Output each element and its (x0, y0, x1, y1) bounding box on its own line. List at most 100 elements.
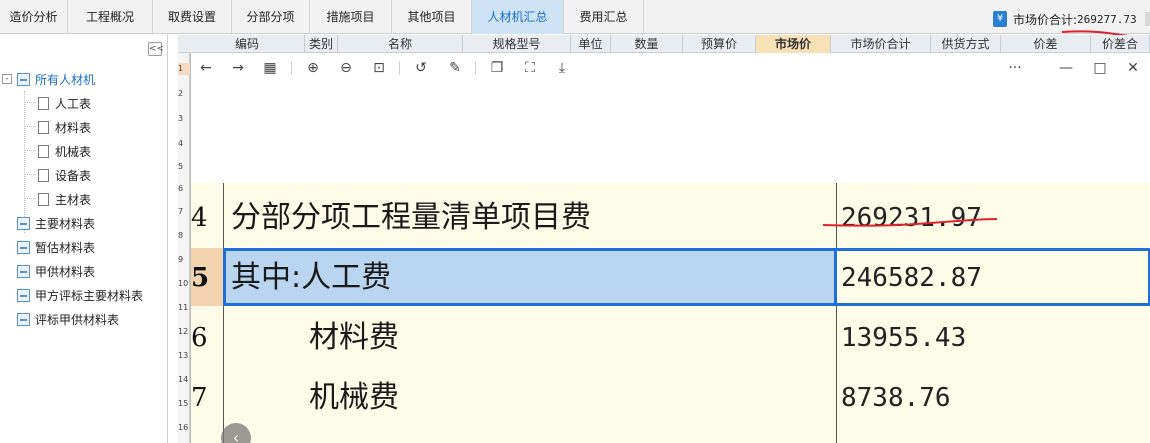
row-number[interactable]: 12 (178, 326, 190, 338)
tree-node-label: 主要材料表 (35, 216, 96, 231)
tab-cost-analysis[interactable]: 造价分析 (0, 0, 68, 34)
zoom-in-icon[interactable]: ⊕ (304, 59, 322, 77)
table-folder-icon (17, 216, 30, 230)
row-number[interactable]: 14 (178, 374, 190, 386)
edit-icon[interactable]: ✎ (446, 59, 464, 77)
tab-fee-settings[interactable]: 取费设置 (153, 0, 232, 34)
row-number[interactable]: 16 (178, 422, 190, 434)
actual-size-icon[interactable]: ⊡ (370, 59, 388, 77)
tree-node-label: 甲方评标主要材料表 (35, 288, 144, 303)
toolbar-divider (475, 61, 476, 75)
tree-node-key-materials[interactable]: 主要材料表 (17, 212, 95, 234)
row-number[interactable]: 2 (178, 88, 190, 100)
document-icon (38, 120, 49, 134)
tree-node-label: 材料表 (55, 120, 92, 135)
document-icon (38, 144, 49, 158)
tree-node-label: 人工表 (55, 96, 92, 111)
column-header-unit[interactable]: 单位 (571, 35, 611, 53)
tree-connector (24, 150, 36, 151)
copy-icon[interactable]: ❐ (488, 59, 506, 77)
column-header-price-diff[interactable]: 价差 (1001, 35, 1091, 53)
column-header-market-price[interactable]: 市场价 (756, 35, 831, 53)
tree-node-label: 甲供材料表 (35, 264, 96, 279)
photo-row-item: 其中:人工费 (231, 260, 392, 295)
tab-measures[interactable]: 措施项目 (310, 0, 392, 34)
tree-node-equipment-table[interactable]: 设备表 (38, 164, 91, 186)
column-header-name[interactable]: 名称 (338, 35, 463, 53)
maximize-icon[interactable]: □ (1091, 59, 1109, 77)
tree-node-main-material-table[interactable]: 主材表 (38, 188, 91, 210)
photo-row: 5 其中:人工费 246582.87 (191, 248, 1150, 308)
photo-row-item: 分部分项工程量清单项目费 (231, 200, 591, 235)
document-icon (38, 192, 49, 206)
tree-node-labor-table[interactable]: 人工表 (38, 92, 91, 114)
row-number[interactable]: 7 (178, 206, 190, 218)
tab-labor-material-machine-summary[interactable]: 人材机汇总 (472, 0, 564, 34)
row-number[interactable]: 11 (178, 302, 190, 314)
row-number[interactable]: 13 (178, 350, 190, 362)
row-number[interactable]: 15 (178, 398, 190, 410)
tree-node-label: 主材表 (55, 192, 92, 207)
tab-fee-summary[interactable]: 费用汇总 (564, 0, 644, 34)
tree-node-label: 评标甲供材料表 (35, 312, 120, 327)
tree-connector (24, 102, 36, 103)
photo-row-number: 7 (191, 383, 208, 413)
photo-row: 4 分部分项工程量清单项目费 269231.97 (191, 188, 1150, 248)
close-icon[interactable]: ✕ (1124, 59, 1142, 77)
collapse-panel-button[interactable]: << (148, 42, 164, 56)
panel-edge-handle[interactable] (1145, 12, 1150, 26)
zoom-out-icon[interactable]: ⊖ (337, 59, 355, 77)
row-number[interactable]: 6 (178, 183, 190, 195)
column-header-quantity[interactable]: 数量 (611, 35, 683, 53)
yen-icon: ¥ (993, 11, 1007, 27)
download-icon[interactable]: ⤓ (553, 59, 571, 77)
tree-node-machine-table[interactable]: 机械表 (38, 140, 91, 162)
rotate-icon[interactable]: ↺ (412, 59, 430, 77)
more-options-icon[interactable]: ··· (1006, 59, 1024, 77)
photo-row: 6 材料费 13955.43 (191, 308, 1150, 368)
document-icon (38, 168, 49, 182)
tab-sub-items[interactable]: 分部分项 (232, 0, 310, 34)
row-number[interactable]: 9 (178, 254, 190, 266)
column-header-spec[interactable]: 规格型号 (463, 35, 571, 53)
tree-node-bid-owner-supplied-materials[interactable]: 评标甲供材料表 (17, 308, 119, 330)
collapse-toggle-icon[interactable]: - (2, 74, 12, 84)
material-tree-panel: << - 所有人材机 人工表 材料表 机械表 设备表 主材表 主要材料表 暂估材… (0, 35, 168, 443)
market-price-total-label: 市场价合计: (1013, 12, 1078, 27)
tree-node-owner-supplied-materials[interactable]: 甲供材料表 (17, 260, 95, 282)
tree-node-estimated-materials[interactable]: 暂估材料表 (17, 236, 95, 258)
row-number[interactable]: 10 (178, 278, 190, 290)
table-folder-icon (17, 72, 30, 86)
column-header-price-diff-total[interactable]: 价差合 (1091, 35, 1150, 53)
back-arrow-icon[interactable]: ← (197, 59, 215, 77)
tree-node-label: 设备表 (55, 168, 92, 183)
tab-project-overview[interactable]: 工程概况 (68, 0, 153, 34)
tree-node-label: 所有人材机 (35, 72, 96, 87)
minimize-icon[interactable]: — (1057, 59, 1075, 77)
row-number[interactable]: 1 (178, 63, 190, 75)
photo-row: 7 机械费 8738.76 (191, 368, 1150, 428)
column-header-market-total[interactable]: 市场价合计 (831, 35, 931, 53)
row-number[interactable]: 5 (178, 161, 190, 173)
photo-row-number: 5 (191, 263, 210, 293)
row-number[interactable]: 8 (178, 230, 190, 242)
column-header-budget-price[interactable]: 预算价 (683, 35, 756, 53)
table-folder-icon (17, 288, 30, 302)
tree-node-owner-bid-key-materials[interactable]: 甲方评标主要材料表 (17, 284, 143, 306)
column-header-category[interactable]: 类别 (305, 35, 338, 53)
crop-icon[interactable]: ⛶ (521, 59, 539, 77)
column-header-supply-mode[interactable]: 供货方式 (931, 35, 1001, 53)
tab-other-items[interactable]: 其他项目 (392, 0, 472, 34)
tree-node-material-table[interactable]: 材料表 (38, 116, 91, 138)
photo-row-item: 材料费 (309, 320, 399, 355)
document-icon (38, 96, 49, 110)
toolbar-divider (291, 61, 292, 75)
row-number[interactable]: 4 (178, 138, 190, 150)
market-price-total-value: 269277.73 (1077, 12, 1137, 26)
row-number[interactable]: 3 (178, 113, 190, 125)
forward-arrow-icon[interactable]: → (229, 59, 247, 77)
table-folder-icon (17, 264, 30, 278)
tree-node-all-materials[interactable]: - 所有人材机 (2, 68, 95, 90)
thumbnail-grid-icon[interactable]: ▦ (261, 59, 279, 77)
column-header-code[interactable]: 编码 (190, 35, 305, 53)
